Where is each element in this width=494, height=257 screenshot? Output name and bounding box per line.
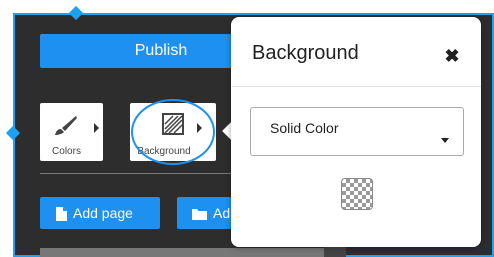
transparent-swatch[interactable]: [341, 178, 373, 210]
background-tool[interactable]: Background: [130, 103, 216, 161]
file-icon: [56, 207, 67, 222]
colors-tool-label: Colors: [52, 146, 81, 157]
page-thumbnail-strip: [40, 248, 340, 257]
add-folder-label: Ad: [213, 205, 231, 221]
paintbrush-icon: [55, 116, 77, 135]
add-page-button[interactable]: Add page: [40, 197, 160, 229]
popover-title: Background: [252, 42, 359, 64]
add-page-label: Add page: [73, 205, 133, 221]
chevron-right-icon: [197, 123, 202, 133]
background-pattern-icon: [162, 113, 184, 135]
add-folder-button[interactable]: Ad: [177, 197, 237, 229]
caret-down-icon: [441, 138, 449, 143]
fill-type-select[interactable]: Solid Color: [250, 107, 464, 156]
fill-type-value: Solid Color: [270, 120, 339, 136]
colors-tool[interactable]: Colors: [40, 103, 103, 161]
folder-icon: [192, 209, 207, 221]
chevron-right-icon: [94, 123, 99, 133]
background-tool-label: Background: [137, 146, 191, 157]
close-icon[interactable]: ✖: [444, 47, 460, 65]
stage: Publish Colors Background Add page Ad Ba…: [0, 0, 494, 257]
divider: [40, 173, 250, 174]
popover-divider: [232, 86, 481, 87]
